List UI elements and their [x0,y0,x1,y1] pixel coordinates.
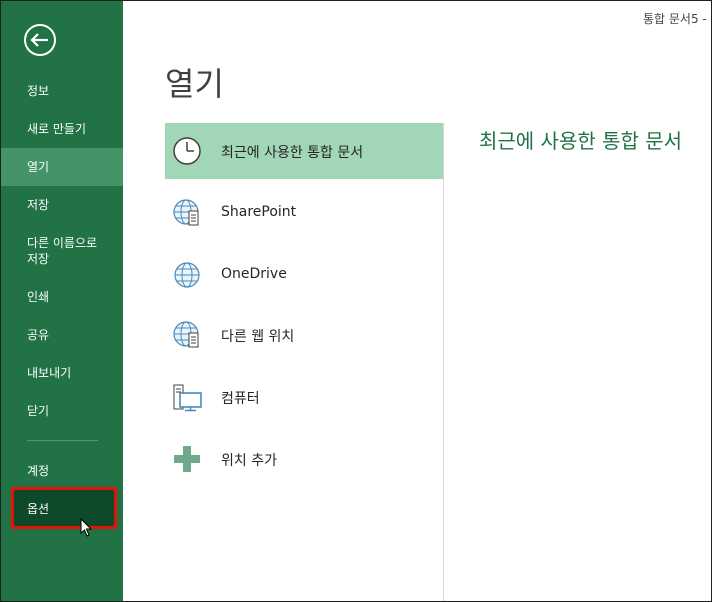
mouse-cursor-icon [80,517,93,542]
recent-workbooks-heading: 최근에 사용한 통합 문서 [479,129,683,153]
place-other-web-locations[interactable]: 다른 웹 위치 [165,307,443,363]
sidebar-item-account[interactable]: 계정 [1,463,123,479]
place-label: 위치 추가 [221,453,277,469]
sidebar-item-save-as[interactable]: 다른 이름으로 저장 [1,235,123,267]
sidebar-item-open[interactable]: 열기 [1,148,123,186]
place-add-location[interactable]: 위치 추가 [165,431,443,487]
backstage-window: 정보 새로 만들기 열기 저장 다른 이름으로 저장 인쇄 공유 내보내기 닫기… [0,0,712,602]
sidebar-item-save[interactable]: 저장 [1,197,123,213]
sidebar-item-label: 열기 [27,160,50,174]
place-sharepoint[interactable]: SharePoint [165,185,443,241]
page-title: 열기 [165,65,224,103]
place-recent-workbooks[interactable]: 최근에 사용한 통합 문서 [165,123,443,179]
backstage-sidebar: 정보 새로 만들기 열기 저장 다른 이름으로 저장 인쇄 공유 내보내기 닫기… [1,1,123,601]
sidebar-item-print[interactable]: 인쇄 [1,289,123,305]
sidebar-item-info[interactable]: 정보 [1,83,123,99]
sharepoint-globe-icon [171,197,203,229]
window-title: 통합 문서5 - [643,12,707,26]
place-label: 다른 웹 위치 [221,329,295,345]
place-computer[interactable]: 컴퓨터 [165,369,443,425]
back-arrow-icon [24,24,56,56]
sidebar-item-close[interactable]: 닫기 [1,403,123,419]
computer-icon [171,381,203,413]
place-label: OneDrive [221,266,287,282]
place-label: 최근에 사용한 통합 문서 [221,145,364,161]
sidebar-item-export[interactable]: 내보내기 [1,365,123,381]
place-label: SharePoint [221,204,297,220]
sidebar-item-options[interactable]: 옵션 [1,501,123,517]
sidebar-divider [27,440,98,441]
place-onedrive[interactable]: OneDrive [165,247,443,303]
open-places-list: 최근에 사용한 통합 문서 SharePoint OneDrive 다른 웹 위… [165,123,444,601]
sidebar-item-label-line2: 저장 [27,252,50,266]
sidebar-item-share[interactable]: 공유 [1,327,123,343]
clock-icon [171,135,203,167]
place-label: 컴퓨터 [221,391,260,407]
sidebar-item-new[interactable]: 새로 만들기 [1,121,123,137]
back-button[interactable] [23,23,57,57]
onedrive-globe-icon [171,259,203,291]
web-location-globe-icon [171,319,203,351]
plus-icon [171,443,203,475]
sidebar-item-label: 다른 이름으로 [27,236,98,250]
